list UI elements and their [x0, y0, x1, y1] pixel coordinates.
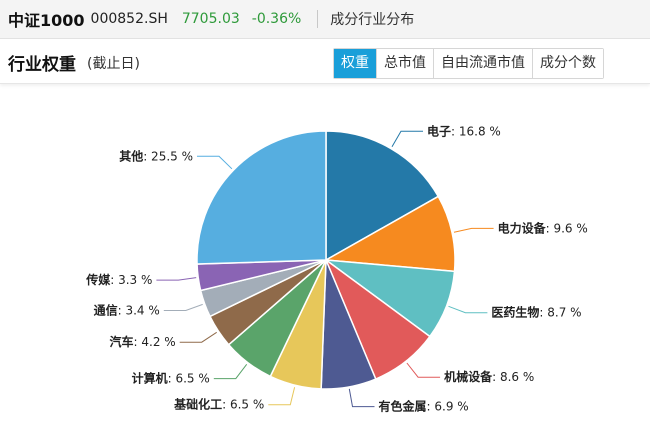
- leader-line-1: [453, 227, 494, 233]
- slice-label-2: 医药生物: 8.7 %: [491, 305, 581, 320]
- slice-label-10: 其他: 25.5 %: [119, 148, 193, 163]
- slice-label-9: 传媒: 3.3 %: [85, 272, 152, 287]
- slice-label-5: 基础化工: 6.5 %: [173, 397, 264, 412]
- tab-weight[interactable]: 权重: [334, 49, 376, 78]
- index-code: 000852.SH: [90, 11, 168, 27]
- index-price: 7705.03: [181, 11, 240, 27]
- leader-line-4: [348, 388, 375, 408]
- leader-line-5: [268, 387, 296, 406]
- top-bar: 中证1000 000852.SH 7705.03 -0.36% 成分行业分布: [0, 0, 650, 39]
- leader-line-9: [156, 277, 197, 281]
- leader-line-10: [197, 155, 233, 170]
- tab-total-market-cap[interactable]: 总市值: [376, 49, 433, 78]
- slice-label-8: 通信: 3.4 %: [94, 303, 160, 318]
- leader-line-3: [406, 362, 441, 378]
- leader-line-0: [391, 130, 423, 148]
- tab-constituent-count[interactable]: 成分个数: [532, 49, 603, 78]
- industry-pie-chart: 电子: 16.8 % 电力设备: 9.6 % 医药生物: 8.7 % 机械设备: 8.…: [85, 123, 588, 414]
- pie-slice-10[interactable]: [196, 130, 327, 265]
- panel-subtitle: (截止日): [87, 56, 140, 72]
- slice-label-4: 有色金属: 6.9 %: [379, 399, 469, 414]
- metric-tabs: 权重 总市值 自由流通市值 成分个数: [333, 48, 604, 79]
- leader-line-8: [163, 303, 203, 311]
- leader-line-2: [448, 305, 488, 314]
- panel-title: 行业权重: [8, 55, 76, 75]
- index-name: 中证1000: [8, 11, 85, 30]
- slice-label-1: 电力设备: 9.6 %: [498, 220, 588, 235]
- slice-label-0: 电子: 16.8 %: [427, 123, 501, 138]
- panel-header: 行业权重 (截止日) 权重 总市值 自由流通市值 成分个数: [0, 39, 650, 84]
- leader-line-6: [213, 363, 248, 380]
- tab-free-float-market-cap[interactable]: 自由流通市值: [433, 49, 532, 78]
- section-title: 成分行业分布: [330, 12, 415, 28]
- slice-label-3: 机械设备: 8.6 %: [444, 369, 534, 384]
- leader-line-7: [179, 331, 217, 343]
- slice-label-7: 汽车: 4.2 %: [110, 334, 176, 349]
- slice-label-6: 计算机: 6.5 %: [132, 371, 210, 386]
- divider: [317, 10, 319, 28]
- index-change: -0.36%: [251, 11, 302, 27]
